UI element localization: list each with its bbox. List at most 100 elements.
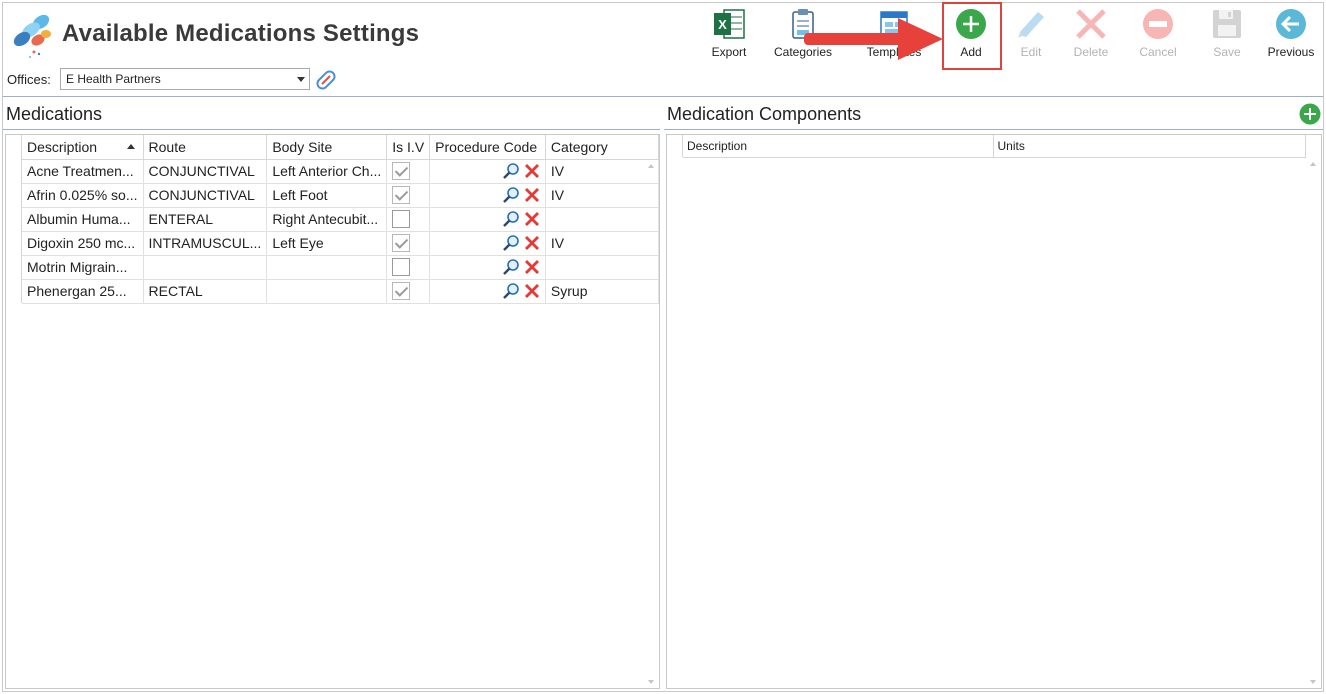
cell-category[interactable]: IV [545, 159, 660, 184]
magnifier-icon[interactable] [502, 162, 520, 180]
cell-route[interactable]: CONJUNCTIVAL [143, 159, 268, 184]
table-row[interactable]: Motrin Migrain... [22, 255, 660, 280]
components-scrollbar[interactable] [1305, 157, 1321, 689]
table-row[interactable]: Albumin Huma... ENTERAL Right Antecubit... [22, 207, 660, 232]
header-divider [3, 96, 1323, 97]
is-iv-checkbox[interactable] [392, 234, 411, 253]
is-iv-checkbox[interactable] [392, 210, 411, 229]
is-iv-checkbox[interactable] [392, 186, 411, 205]
components-table: Description Units [683, 135, 1306, 158]
delete-x-icon[interactable] [524, 187, 540, 203]
delete-button[interactable]: Delete [1059, 6, 1123, 66]
pencil-icon [1018, 12, 1044, 38]
cell-body-site[interactable]: Left Anterior Ch... [266, 159, 388, 184]
previous-button[interactable]: Previous [1259, 6, 1323, 66]
export-button[interactable]: X Export [697, 6, 761, 66]
cell-is-iv [386, 279, 431, 304]
delete-x-icon[interactable] [524, 259, 540, 275]
cell-body-site[interactable]: Left Eye [266, 231, 388, 256]
offices-label: Offices: [7, 72, 51, 87]
cell-body-site[interactable] [266, 279, 388, 304]
cell-category[interactable] [545, 207, 660, 232]
offices-select-value: E Health Partners [66, 72, 161, 86]
cell-description[interactable]: Acne Treatmen... [22, 159, 144, 184]
cell-route[interactable]: CONJUNCTIVAL [143, 183, 268, 208]
cell-category[interactable]: IV [545, 231, 660, 256]
medications-grid[interactable]: Description Route Body Site Is I.V Proce… [5, 134, 660, 689]
add-component-icon[interactable] [1299, 103, 1321, 125]
cell-category[interactable]: IV [545, 183, 660, 208]
cell-is-iv [386, 183, 431, 208]
table-row[interactable]: Phenergan 25... RECTAL Syrup [22, 279, 660, 304]
table-row[interactable]: Afrin 0.025% so... CONJUNCTIVAL Left Foot I… [22, 183, 660, 208]
edit-label: Edit [1020, 45, 1042, 59]
table-row[interactable]: Digoxin 250 mc... INTRAMUSCUL... Left Eye I… [22, 231, 660, 256]
cell-description[interactable]: Motrin Migrain... [22, 255, 144, 280]
medications-scrollbar[interactable] [643, 159, 659, 689]
col-header-body-site[interactable]: Body Site [266, 135, 388, 160]
magnifier-icon[interactable] [502, 186, 520, 204]
scroll-up-icon[interactable] [1310, 162, 1316, 166]
is-iv-checkbox[interactable] [392, 258, 411, 277]
is-iv-checkbox[interactable] [392, 162, 411, 181]
cell-procedure-code [429, 207, 546, 232]
medications-table: Description Route Body Site Is I.V Proce… [22, 135, 660, 304]
components-header-row: Description Units [683, 135, 1306, 158]
minus-circle-icon [1143, 9, 1173, 39]
cell-category[interactable] [545, 255, 660, 280]
cell-route[interactable]: INTRAMUSCUL... [143, 231, 268, 256]
cell-route[interactable] [143, 255, 268, 280]
delete-x-icon[interactable] [524, 283, 540, 299]
floppy-disk-icon [1213, 10, 1241, 38]
col-header-route[interactable]: Route [143, 135, 268, 160]
scroll-up-icon[interactable] [648, 164, 654, 168]
cell-category[interactable]: Syrup [545, 279, 660, 304]
delete-x-icon[interactable] [524, 211, 540, 227]
col-header-is-iv[interactable]: Is I.V [386, 135, 431, 160]
delete-x-icon[interactable] [524, 235, 540, 251]
cell-procedure-code [429, 279, 546, 304]
cell-description[interactable]: Albumin Huma... [22, 207, 144, 232]
cell-description[interactable]: Afrin 0.025% so... [22, 183, 144, 208]
magnifier-icon[interactable] [502, 234, 520, 252]
cell-procedure-code [429, 183, 546, 208]
export-label: Export [711, 45, 747, 59]
cell-description[interactable]: Phenergan 25... [22, 279, 144, 304]
col-header-procedure-code[interactable]: Procedure Code [429, 135, 546, 160]
edit-button[interactable]: Edit [999, 6, 1063, 66]
sort-ascending-icon [126, 144, 135, 149]
magnifier-icon[interactable] [502, 210, 520, 228]
col-header-category[interactable]: Category [545, 135, 660, 160]
delete-x-icon[interactable] [524, 163, 540, 179]
col-header-units[interactable]: Units [993, 135, 1306, 158]
is-iv-checkbox[interactable] [392, 282, 411, 301]
cell-is-iv [386, 255, 431, 280]
medications-divider [3, 129, 660, 130]
scroll-down-icon[interactable] [648, 680, 654, 684]
row-selector-column [6, 135, 22, 303]
pill-icon[interactable] [312, 66, 340, 94]
cell-body-site[interactable] [266, 255, 388, 280]
cancel-label: Cancel [1139, 45, 1177, 59]
cell-body-site[interactable]: Left Foot [266, 183, 388, 208]
cell-route[interactable]: ENTERAL [143, 207, 268, 232]
cell-body-site[interactable]: Right Antecubit... [266, 207, 388, 232]
magnifier-icon[interactable] [502, 282, 520, 300]
col-header-description[interactable]: Description [22, 135, 144, 160]
magnifier-icon[interactable] [502, 258, 520, 276]
scroll-down-icon[interactable] [1310, 680, 1316, 684]
table-row[interactable]: Acne Treatmen... CONJUNCTIVAL Left Anterio… [22, 159, 660, 184]
cell-description[interactable]: Digoxin 250 mc... [22, 231, 144, 256]
cell-route[interactable]: RECTAL [143, 279, 268, 304]
delete-label: Delete [1073, 45, 1109, 59]
chevron-down-icon [297, 77, 305, 82]
cancel-button[interactable]: Cancel [1126, 6, 1190, 66]
components-grid[interactable]: Description Units [666, 134, 1322, 689]
add-highlight [942, 2, 1002, 70]
col-header-component-description[interactable]: Description [683, 135, 994, 158]
row-selector-column [667, 135, 683, 157]
save-button[interactable]: Save [1195, 6, 1259, 66]
offices-select[interactable]: E Health Partners [60, 68, 310, 90]
app-logo-icon [13, 14, 51, 58]
x-icon [1076, 9, 1106, 39]
